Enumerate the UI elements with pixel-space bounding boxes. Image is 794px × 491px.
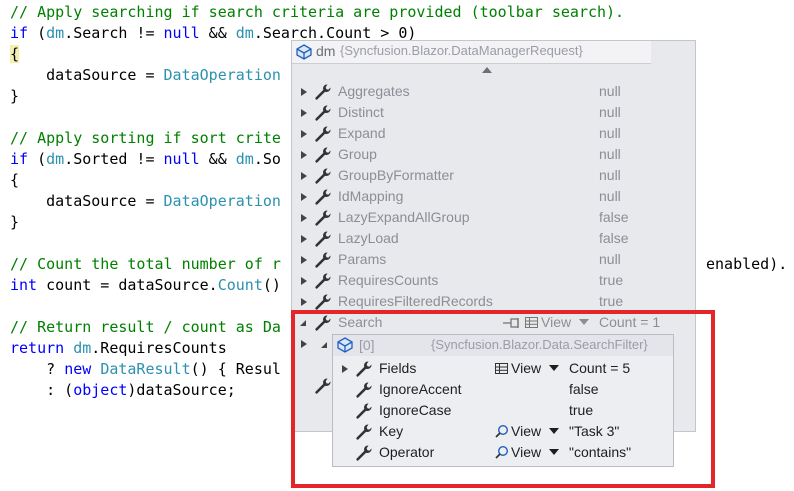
member-value: true: [599, 272, 624, 288]
code-line-7: // Apply sorting if sort crite: [10, 129, 281, 147]
datatip-variable-type: {Syncfusion.Blazor.DataManagerRequest}: [340, 43, 583, 58]
member-value: false: [599, 230, 629, 246]
member-row[interactable]: Params null: [292, 249, 694, 270]
member-name: Group: [338, 146, 377, 162]
datatip-header: dm {Syncfusion.Blazor.DataManagerRequest…: [292, 41, 651, 64]
member-row[interactable]: GroupByFormatter null: [292, 165, 694, 186]
member-name: LazyLoad: [338, 230, 399, 246]
collapsed-triangle-icon[interactable]: [300, 108, 308, 118]
member-name: Expand: [338, 125, 386, 141]
member-row[interactable]: Group null: [292, 144, 694, 165]
code-line-13: // Count the total number of r: [10, 255, 281, 273]
member-value: null: [599, 188, 621, 204]
collapsed-triangle-icon[interactable]: [300, 192, 308, 202]
member-row[interactable]: IdMapping null: [292, 186, 694, 207]
collapsed-triangle-icon[interactable]: [300, 129, 308, 139]
member-row[interactable]: Aggregates null: [292, 81, 694, 102]
member-row[interactable]: RequiresCounts true: [292, 270, 694, 291]
code-line-10: dataSource = DataOperation: [10, 192, 281, 210]
member-name: Aggregates: [338, 83, 410, 99]
member-value: null: [599, 167, 621, 183]
collapsed-triangle-icon[interactable]: [300, 297, 308, 307]
member-name: IdMapping: [338, 188, 404, 204]
member-value: null: [599, 104, 621, 120]
datatip-variable-name: dm: [316, 43, 336, 59]
collapsed-triangle-icon[interactable]: [300, 255, 308, 265]
collapse-up-icon[interactable]: [480, 65, 494, 75]
wrench-icon: [315, 189, 331, 205]
wrench-icon: [315, 126, 331, 142]
member-value: null: [599, 251, 621, 267]
wrench-icon: [315, 210, 331, 226]
code-line-17: return dm.RequiresCounts: [10, 339, 227, 357]
highlight-frame: [291, 310, 715, 488]
member-row[interactable]: LazyExpandAllGroup false: [292, 207, 694, 228]
member-name: Params: [338, 251, 387, 267]
object-icon: [296, 44, 312, 60]
wrench-icon: [315, 252, 331, 268]
member-name: RequiresFilteredRecords: [338, 293, 493, 309]
collapsed-triangle-icon[interactable]: [300, 276, 308, 286]
member-row[interactable]: RequiresFilteredRecords true: [292, 291, 694, 312]
code-line-19: : (object)dataSource;: [10, 381, 236, 399]
code-line-16: // Return result / count as Da: [10, 318, 281, 336]
member-row[interactable]: Expand null: [292, 123, 694, 144]
wrench-icon: [315, 105, 331, 121]
code-line-14: int count = dataSource.Count(): [10, 276, 281, 294]
code-line-1: // Apply searching if search criteria ar…: [10, 3, 625, 21]
wrench-icon: [315, 168, 331, 184]
member-name: RequiresCounts: [338, 272, 439, 288]
member-name: GroupByFormatter: [338, 167, 454, 183]
wrench-icon: [315, 231, 331, 247]
collapsed-triangle-icon[interactable]: [300, 171, 308, 181]
code-line-5: }: [10, 87, 20, 105]
wrench-icon: [315, 294, 331, 310]
member-name: Distinct: [338, 104, 384, 120]
code-line-8: if (dm.Sorted != null && dm.So: [10, 150, 281, 168]
code-line-3: {: [10, 45, 20, 63]
member-name: LazyExpandAllGroup: [338, 209, 470, 225]
collapsed-triangle-icon[interactable]: [300, 213, 308, 223]
member-value: false: [599, 209, 629, 225]
collapsed-triangle-icon[interactable]: [300, 150, 308, 160]
member-value: null: [599, 125, 621, 141]
code-line-4: dataSource = DataOperation: [10, 66, 281, 84]
collapsed-triangle-icon[interactable]: [300, 87, 308, 97]
code-line-11: }: [10, 213, 20, 231]
wrench-icon: [315, 147, 331, 163]
wrench-icon: [315, 273, 331, 289]
code-line-9: {: [10, 171, 20, 189]
collapsed-triangle-icon[interactable]: [300, 234, 308, 244]
member-value: null: [599, 83, 621, 99]
member-row[interactable]: Distinct null: [292, 102, 694, 123]
code-line-13-tail: enabled).: [706, 255, 788, 273]
member-value: true: [599, 293, 624, 309]
wrench-icon: [315, 84, 331, 100]
code-line-18: ? new DataResult() { Resul: [10, 360, 281, 378]
member-value: null: [599, 146, 621, 162]
member-row[interactable]: LazyLoad false: [292, 228, 694, 249]
